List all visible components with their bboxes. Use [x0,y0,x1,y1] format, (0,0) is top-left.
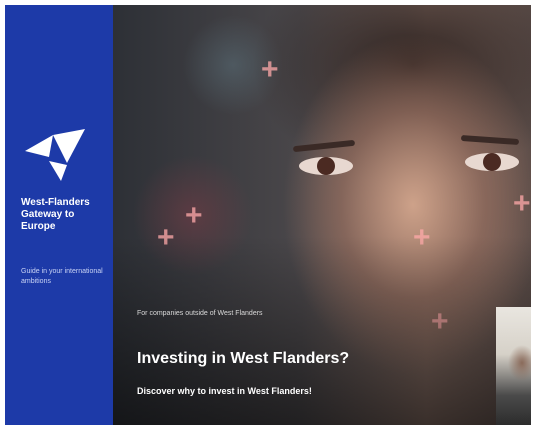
west-flanders-logo-icon[interactable] [23,127,87,183]
hero-subheading: For companies outside of West Flanders [137,310,263,317]
hero-cta-link[interactable]: Discover why to invest in West Flanders! [137,385,437,397]
page-frame: West-Flanders Gateway to Europe Guide in… [5,5,531,425]
hero-banner: + + + + + + For companies outside of Wes… [113,5,531,425]
hero-title: Investing in West Flanders? [137,350,350,367]
person-photo-thumbnail[interactable] [496,307,531,425]
brand-title: West-Flanders Gateway to Europe [21,197,90,232]
brand-tagline: Guide in your international ambitions [21,268,103,285]
sidebar: West-Flanders Gateway to Europe Guide in… [5,5,113,425]
